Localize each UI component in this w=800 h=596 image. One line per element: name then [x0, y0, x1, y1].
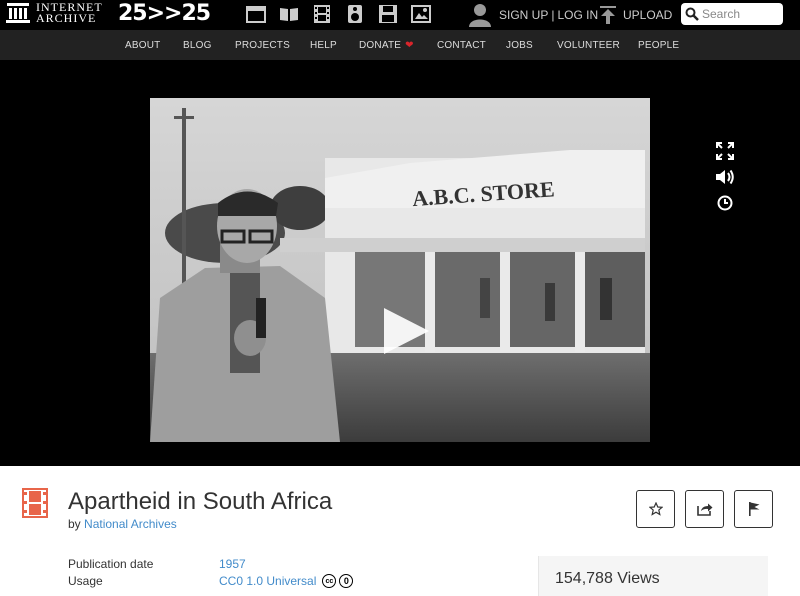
nav-donate-label: DONATE	[359, 40, 402, 51]
search-icon[interactable]	[685, 7, 699, 21]
flag-button[interactable]	[734, 490, 773, 528]
clock-icon[interactable]	[714, 194, 736, 212]
metadata-value: 1957	[219, 557, 246, 571]
star-icon	[648, 502, 663, 516]
byline-prefix: by	[68, 517, 81, 531]
nav-volunteer[interactable]: VOLUNTEER	[557, 40, 620, 51]
video-theatre: A.B.C. STORE	[0, 60, 800, 466]
metadata-value: CC0 1.0 Universal cc 0	[219, 574, 354, 588]
publication-date-link[interactable]: 1957	[219, 557, 246, 571]
media-type-icons	[246, 4, 431, 24]
video-frame: A.B.C. STORE	[150, 98, 650, 442]
video-player[interactable]: A.B.C. STORE	[150, 98, 650, 442]
logo-line-2: ARCHIVE	[36, 11, 97, 25]
flag-icon	[748, 502, 759, 516]
heart-icon: ❤	[405, 40, 414, 51]
item-title: Apartheid in South Africa	[68, 488, 333, 515]
views-panel: 154,788 Views	[538, 556, 768, 596]
nav-people[interactable]: PEOPLE	[638, 40, 679, 51]
byline: by National Archives	[68, 517, 177, 531]
play-icon[interactable]	[382, 307, 430, 355]
share-button[interactable]	[685, 490, 724, 528]
account-separator: |	[551, 8, 555, 22]
volume-icon[interactable]	[714, 168, 736, 186]
nav-projects[interactable]: PROJECTS	[235, 40, 290, 51]
internet-archive-logo[interactable]: INTERNET ARCHIVE	[6, 1, 103, 25]
log-in-link[interactable]: LOG IN	[557, 8, 598, 22]
public-domain-zero-icon: 0	[339, 574, 354, 588]
anniversary-logo[interactable]: 25>>25	[118, 1, 211, 26]
nav-contact[interactable]: CONTACT	[437, 40, 486, 51]
secondary-nav: ABOUT BLOG PROJECTS HELP DONATE ❤ CONTACT…	[0, 30, 800, 60]
web-icon[interactable]	[246, 4, 266, 24]
nav-help[interactable]: HELP	[310, 40, 337, 51]
video-icon[interactable]	[312, 4, 332, 24]
item-actions	[636, 490, 773, 528]
user-icon[interactable]	[468, 3, 492, 27]
sign-up-link[interactable]: SIGN UP	[499, 8, 548, 22]
search-input[interactable]	[702, 7, 780, 21]
share-icon	[696, 503, 712, 516]
texts-icon[interactable]	[279, 4, 299, 24]
search-box	[681, 3, 783, 25]
metadata-key: Usage	[68, 574, 103, 588]
nav-blog[interactable]: BLOG	[183, 40, 212, 51]
fullscreen-icon[interactable]	[714, 142, 736, 160]
upload-icon	[600, 6, 616, 24]
nav-jobs[interactable]: JOBS	[506, 40, 533, 51]
item-details: Apartheid in South Africa by National Ar…	[0, 466, 800, 596]
audio-icon[interactable]	[345, 4, 365, 24]
nav-donate[interactable]: DONATE ❤	[359, 40, 414, 51]
upload-link[interactable]: UPLOAD	[600, 0, 672, 30]
player-side-controls	[714, 142, 736, 212]
creator-link[interactable]: National Archives	[84, 517, 177, 531]
images-icon[interactable]	[411, 4, 431, 24]
view-count: 154,788 Views	[555, 570, 660, 587]
metadata-key: Publication date	[68, 557, 154, 571]
license-link[interactable]: CC0 1.0 Universal	[219, 574, 316, 588]
upload-label: UPLOAD	[623, 8, 673, 22]
nav-about[interactable]: ABOUT	[125, 40, 160, 51]
favorite-button[interactable]	[636, 490, 675, 528]
software-icon[interactable]	[378, 4, 398, 24]
movies-film-icon	[22, 488, 48, 518]
top-bar: INTERNET ARCHIVE 25>>25 SIGN UP | LOG IN	[0, 0, 800, 30]
temple-logo-icon	[6, 3, 30, 23]
logo-wordmark: INTERNET ARCHIVE	[36, 1, 103, 25]
creative-commons-icon: cc	[322, 574, 337, 588]
account-area: SIGN UP | LOG IN	[468, 0, 598, 30]
